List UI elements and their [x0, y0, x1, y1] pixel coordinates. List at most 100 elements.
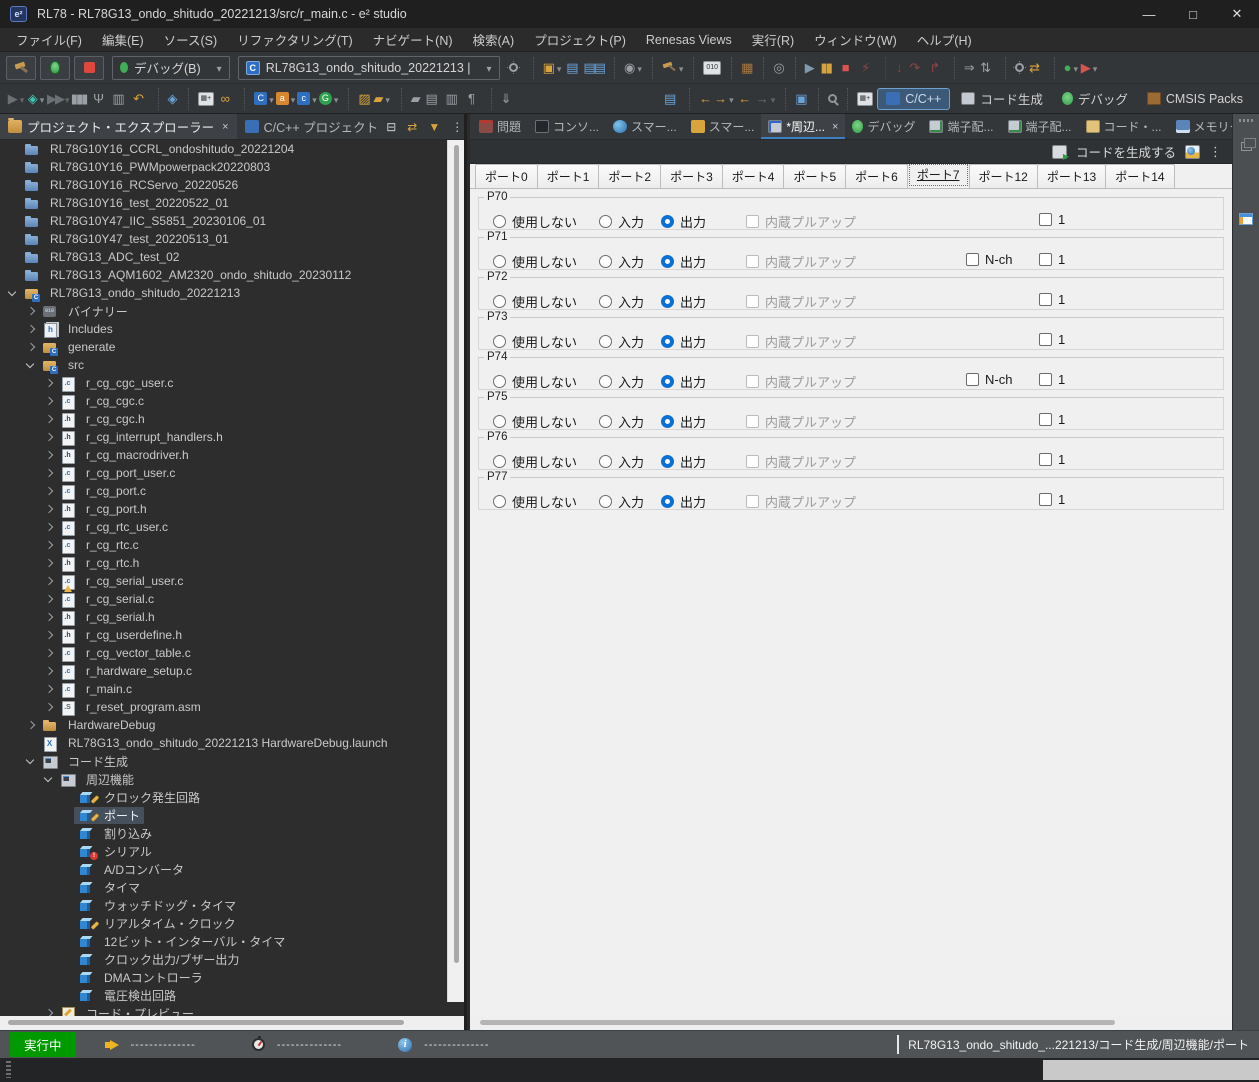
tree-item[interactable]: 割り込み — [0, 824, 450, 842]
tree-chevron-icon[interactable] — [40, 411, 56, 427]
tree-chevron-icon[interactable] — [58, 915, 74, 931]
menu-item[interactable]: 実行(R) — [742, 28, 804, 51]
tree-chevron-icon[interactable] — [58, 825, 74, 841]
tree-item[interactable]: RL78G10Y16_PWMpowerpack20220803 — [0, 158, 450, 176]
checkbox-icon[interactable] — [1039, 213, 1052, 226]
radio-icon[interactable] — [493, 215, 506, 228]
radio-selected-icon[interactable] — [661, 375, 674, 388]
tree-item[interactable]: HardwareDebug — [0, 716, 450, 734]
launch-config-combo[interactable]: C RL78G13_ondo_shitudo_20221213 | — [237, 55, 500, 80]
terminal-icon[interactable]: ▣ — [785, 87, 808, 110]
tree-item[interactable]: r_cg_cgc_user.c — [0, 374, 450, 392]
radio-output-selected[interactable]: 出力 — [661, 332, 706, 351]
checkbox-output-1[interactable]: 1 — [1039, 372, 1065, 387]
tree-item[interactable]: src — [0, 356, 450, 374]
undo-checkout-icon[interactable]: ↶ — [129, 88, 149, 110]
tree-item[interactable]: ポート — [0, 806, 450, 824]
tree-chevron-icon[interactable] — [4, 159, 20, 175]
tree-chevron-icon[interactable] — [40, 627, 56, 643]
tree-item[interactable]: リアルタイム・クロック — [0, 914, 450, 932]
tree-chevron-icon[interactable] — [58, 969, 74, 985]
menu-item[interactable]: プロジェクト(P) — [524, 28, 636, 51]
perspective-debug[interactable]: デバッグ — [1054, 86, 1136, 111]
tree-chevron-icon[interactable] — [40, 465, 56, 481]
tree-item[interactable]: ウォッチドッグ・タイマ — [0, 896, 450, 914]
tree-chevron-icon[interactable] — [58, 861, 74, 877]
search-database-icon[interactable]: ◎ — [763, 56, 785, 79]
perspective-cpp[interactable]: C/C++ — [877, 87, 951, 110]
build-button[interactable] — [6, 55, 36, 80]
terminate-icon[interactable]: ■ — [836, 57, 856, 79]
port-tab[interactable]: ポート6 — [845, 164, 908, 188]
suspend-icon[interactable]: ▮▮ — [816, 57, 836, 79]
tree-chevron-icon[interactable] — [4, 195, 20, 211]
checkbox-icon[interactable] — [1039, 373, 1052, 386]
radio-unused[interactable]: 使用しない — [493, 452, 577, 471]
disconnect-icon[interactable]: ⚡ — [856, 57, 876, 79]
mark-occurrences-icon[interactable]: ▰ — [400, 87, 422, 110]
tree-vertical-scrollbar[interactable] — [447, 140, 464, 1002]
radio-icon[interactable] — [599, 495, 612, 508]
filter-icon[interactable]: ▼ — [428, 120, 440, 134]
compare-flash-icon[interactable]: ⇄ — [1025, 57, 1045, 79]
tree-chevron-icon[interactable] — [40, 573, 56, 589]
radio-selected-icon[interactable] — [661, 455, 674, 468]
connections-icon[interactable]: ▦ — [731, 56, 754, 79]
open-perspective-icon[interactable]: ▦+ — [846, 87, 875, 110]
radio-output-selected[interactable]: 出力 — [661, 452, 706, 471]
scrollbar-thumb[interactable] — [8, 1020, 404, 1025]
tree-item[interactable]: コード生成 — [0, 752, 450, 770]
resume-icon[interactable]: ▶ — [794, 56, 816, 79]
menu-item[interactable]: Renesas Views — [636, 31, 742, 49]
tree-item[interactable]: A/Dコンバータ — [0, 860, 450, 878]
checkbox-output-1[interactable]: 1 — [1039, 212, 1065, 227]
editor-tab[interactable]: 問題 — [472, 114, 528, 139]
generate-code-button[interactable]: コードを生成する — [1076, 142, 1176, 161]
tree-chevron-icon[interactable] — [58, 933, 74, 949]
tree-item[interactable]: r_hardware_setup.c — [0, 662, 450, 680]
radio-output-selected[interactable]: 出力 — [661, 252, 706, 271]
radio-selected-icon[interactable] — [661, 495, 674, 508]
radio-icon[interactable] — [493, 495, 506, 508]
tree-chevron-icon[interactable] — [22, 717, 38, 733]
restore-views-icon[interactable] — [1240, 138, 1256, 151]
port-tab[interactable]: ポート1 — [536, 164, 600, 188]
import-icon[interactable]: ⇓ — [490, 87, 513, 110]
step-over-icon[interactable]: ↷ — [905, 57, 925, 79]
tree-item[interactable]: r_cg_cgc.h — [0, 410, 450, 428]
tree-item[interactable]: r_main.c — [0, 680, 450, 698]
maximize-button[interactable]: □ — [1171, 0, 1215, 28]
radio-input[interactable]: 入力 — [599, 212, 644, 231]
tree-item[interactable]: r_cg_serial_user.c — [0, 572, 450, 592]
instruction-stepping-icon[interactable]: ⇒ — [953, 56, 976, 79]
radio-icon[interactable] — [599, 255, 612, 268]
save-icon[interactable]: ▤ — [562, 57, 582, 79]
tree-chevron-icon[interactable] — [58, 879, 74, 895]
tree-chevron-icon[interactable] — [22, 339, 38, 355]
debug-button[interactable] — [40, 55, 70, 80]
checkbox-output-1[interactable]: 1 — [1039, 452, 1065, 467]
checkbox-icon[interactable] — [966, 253, 979, 266]
tree-item[interactable]: RL78G10Y16_test_20220522_01 — [0, 194, 450, 212]
checkbox-icon[interactable] — [1039, 333, 1052, 346]
debug-launch-icon[interactable]: ● — [1053, 56, 1079, 79]
explorer-tab[interactable]: C/C++ プロジェクト — [237, 114, 387, 139]
tree-chevron-icon[interactable] — [40, 519, 56, 535]
radio-input[interactable]: 入力 — [599, 412, 644, 431]
checkbox-nch[interactable]: N-ch — [966, 252, 1012, 267]
tree-item[interactable]: 12ビット・インターバル・タイマ — [0, 932, 450, 950]
radio-selected-icon[interactable] — [661, 215, 674, 228]
last-edit-location-icon[interactable]: ▤ — [660, 88, 680, 110]
port-tab[interactable]: ポート3 — [660, 164, 723, 188]
tree-chevron-icon[interactable] — [40, 537, 56, 553]
tree-chevron-icon[interactable] — [40, 771, 56, 787]
tree-item[interactable]: 電圧検出回路 — [0, 986, 450, 1004]
close-icon[interactable]: × — [832, 121, 838, 133]
radio-input[interactable]: 入力 — [599, 332, 644, 351]
settings-gear-icon[interactable] — [1004, 56, 1025, 79]
run-launch-icon[interactable]: ▶ — [1079, 57, 1099, 79]
tree-item[interactable]: シリアル — [0, 842, 450, 860]
tree-item[interactable]: r_cg_serial.c — [0, 590, 450, 608]
tree-item[interactable]: RL78G13_AQM1602_AM2320_ondo_shitudo_2023… — [0, 266, 450, 284]
checkbox-icon[interactable] — [1039, 453, 1052, 466]
